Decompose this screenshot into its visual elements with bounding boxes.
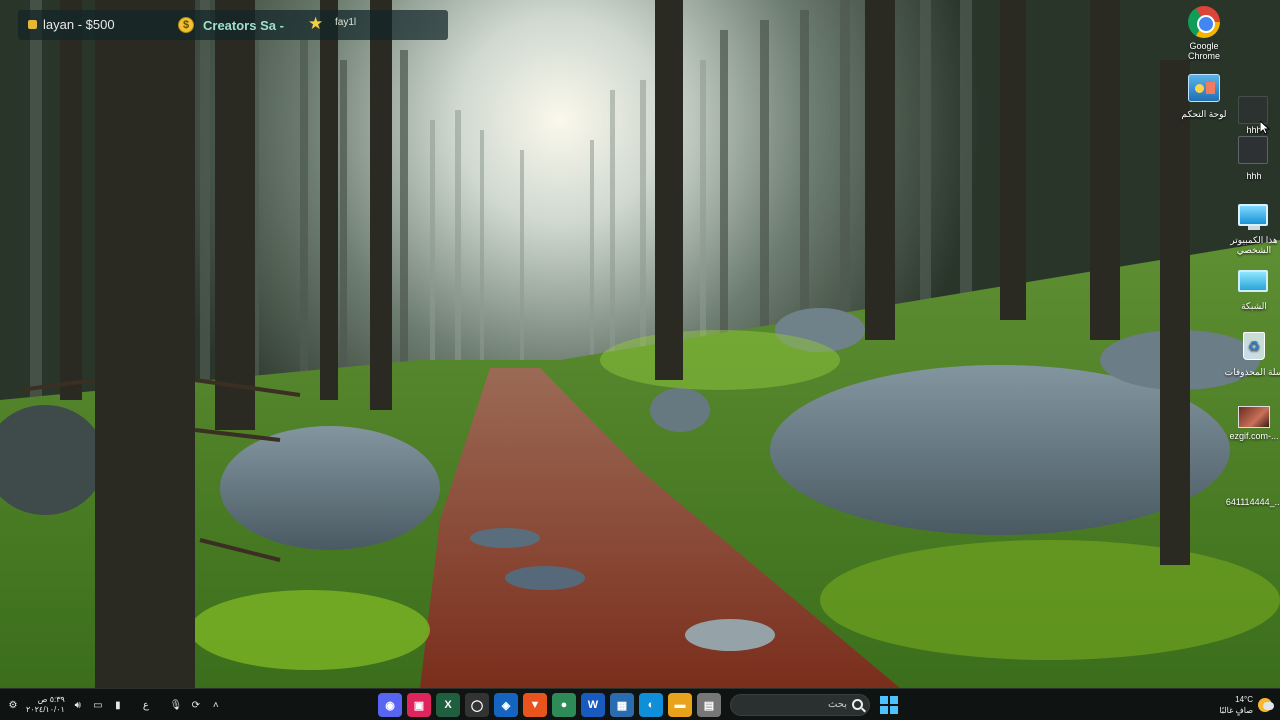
chrome-taskbar-icon[interactable]: ● [552, 693, 576, 717]
desktop-icon-recycle-bin[interactable]: ♻ سلة المحذوفات [1224, 332, 1280, 377]
taskbar-apps: ◉ ▣ X ◯ ◈ ▼ ● W ▦ ◐ ▬ ▤ [378, 693, 721, 717]
github-taskbar-icon[interactable]: ◯ [465, 693, 489, 717]
file-explorer-taskbar-icon[interactable]: ▬ [668, 693, 692, 717]
desktop-icon-hhh-2[interactable]: hhh [1224, 136, 1280, 181]
desktop-icon-label: 641114444_... [1225, 497, 1280, 507]
overlay-user-label: layan - $500 [43, 17, 115, 32]
weather-desc: صافٍ غالبًا [1219, 706, 1253, 715]
clock-date: ٢٠٢٤/١٠/٠١ [26, 705, 65, 714]
desktop-icon-file-641[interactable]: 641114444_... [1224, 470, 1280, 507]
chrome-icon [1188, 6, 1220, 38]
brave-taskbar-icon[interactable]: ▼ [523, 693, 547, 717]
excel-taskbar-icon[interactable]: X [436, 693, 460, 717]
settings-icon[interactable]: ⚙ [6, 698, 20, 712]
recycle-bin-icon: ♻ [1243, 332, 1265, 360]
edge-taskbar-icon[interactable]: ◐ [639, 693, 663, 717]
start-button[interactable] [880, 696, 898, 714]
desktop-icon-chrome[interactable]: Google Chrome [1174, 6, 1234, 61]
desktop-icon-label: hhh [1246, 125, 1262, 135]
desktop-icon-label: سلة المحذوفات [1224, 367, 1280, 377]
desktop-icon-this-pc[interactable]: هذا الكمبيوتر الشخصي [1224, 204, 1280, 255]
weather-temp: 14°C [1235, 695, 1253, 704]
microphone-icon[interactable]: 🎙︎ [169, 698, 183, 712]
desktop-icon-label: hhh [1246, 171, 1262, 181]
search-icon [852, 699, 863, 710]
bullet-icon [28, 20, 37, 29]
stream-overlay-banner: layan - $500 $ Creators Sa - ★ fay1l [18, 10, 448, 40]
network-tray-icon[interactable]: ▭ [91, 698, 105, 712]
network-icon [1238, 270, 1268, 292]
chevron-up-icon[interactable]: ˄ [209, 698, 223, 712]
weather-icon [1258, 698, 1274, 712]
red-app-taskbar-icon[interactable]: ▣ [407, 693, 431, 717]
blank-file-icon [1238, 470, 1268, 494]
dollar-coin-icon: $ [178, 17, 194, 33]
desktop-icon-label: الشبكة [1241, 301, 1267, 311]
windows-logo-icon [880, 696, 888, 704]
language-indicator[interactable]: ع [139, 698, 153, 712]
computer-icon [1238, 204, 1268, 226]
clock[interactable]: ٥:٣٩ ص ٢٠٢٤/١٠/٠١ [26, 695, 65, 715]
notes-taskbar-icon[interactable]: ▤ [697, 693, 721, 717]
outlook-taskbar-icon[interactable]: ◈ [494, 693, 518, 717]
file-icon [1238, 96, 1268, 124]
control-panel-icon [1188, 74, 1220, 102]
clock-time: ٥:٣٩ ص [37, 695, 65, 704]
taskbar: ⚙ ٥:٣٩ ص ٢٠٢٤/١٠/٠١ 🔊︎ ▭ ▮ ع 🎙︎ ⟳ ˄ ◉ ▣ … [0, 688, 1280, 720]
desktop-icon-hhh-1[interactable]: hhh [1224, 96, 1280, 135]
store-taskbar-icon[interactable]: ▦ [610, 693, 634, 717]
desktop-icon-network[interactable]: الشبكة [1224, 270, 1280, 311]
taskbar-search[interactable]: بحث [730, 694, 870, 716]
desktop-icon-ezgif[interactable]: ezgif.com-... [1224, 406, 1280, 441]
discord-taskbar-icon[interactable]: ◉ [378, 693, 402, 717]
word-taskbar-icon[interactable]: W [581, 693, 605, 717]
desktop-wallpaper [0, 0, 1280, 688]
search-placeholder: بحث [827, 699, 847, 710]
weather-widget[interactable]: 14°C صافٍ غالبًا [1219, 692, 1274, 718]
volume-icon[interactable]: 🔊︎ [71, 698, 85, 712]
overlay-creator-label: Creators Sa - [203, 18, 284, 33]
system-tray: ⚙ ٥:٣٩ ص ٢٠٢٤/١٠/٠١ 🔊︎ ▭ ▮ ع 🎙︎ ⟳ ˄ [6, 689, 223, 720]
desktop-icon-label: Google Chrome [1187, 41, 1220, 61]
desktop-icon-label: ezgif.com-... [1229, 431, 1279, 441]
battery-icon[interactable]: ▮ [111, 698, 125, 712]
sync-icon[interactable]: ⟳ [189, 698, 203, 712]
star-icon: ★ [308, 14, 324, 34]
desktop-icon-label: هذا الكمبيوتر الشخصي [1230, 235, 1278, 255]
overlay-tag: fay1l [335, 17, 357, 28]
file-icon [1238, 136, 1268, 164]
overlay-user: layan - $500 [28, 17, 115, 32]
image-file-icon [1238, 406, 1270, 428]
